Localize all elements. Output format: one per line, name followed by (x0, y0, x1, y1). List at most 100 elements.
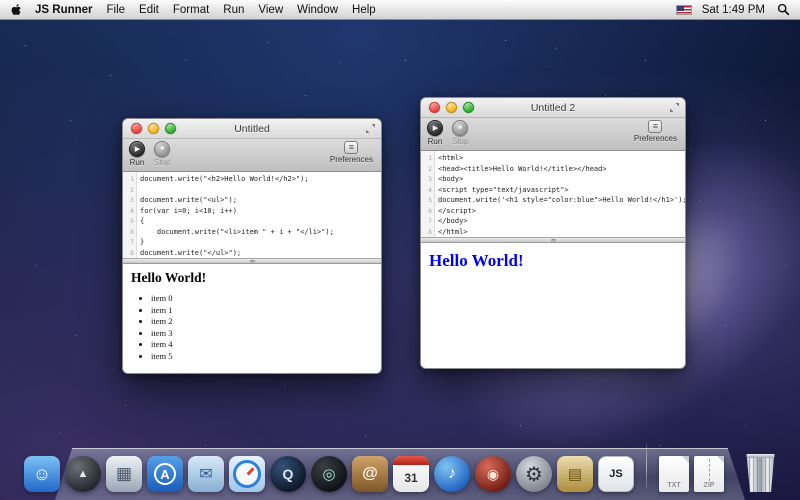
launchpad-icon: ▲ (78, 468, 89, 480)
run-button[interactable]: ▶ Run (427, 120, 443, 146)
system-preferences-icon: ⚙ (525, 462, 543, 487)
menu-run[interactable]: Run (223, 4, 244, 16)
mail-icon: ✉ (199, 464, 212, 484)
line-number: 5 (123, 216, 134, 227)
run-label: Run (130, 158, 145, 167)
title-bar[interactable]: Untitled (123, 119, 381, 139)
line-number: 3 (123, 195, 134, 206)
menu-file[interactable]: File (107, 4, 126, 16)
menu-edit[interactable]: Edit (139, 4, 159, 16)
code-lines[interactable]: document.write("<h2>Hello World!</h2>");… (137, 172, 381, 258)
line-number: 1 (123, 174, 134, 185)
keyboard-layout-flag-icon[interactable] (676, 5, 692, 15)
preferences-button[interactable]: ≡ Preferences (330, 141, 373, 164)
fullscreen-icon[interactable] (366, 124, 375, 133)
dock-item-txt-file[interactable]: TXT (659, 456, 689, 492)
line-numbers: 12345678 (421, 151, 435, 237)
code-line: } (140, 237, 381, 248)
zoom-button[interactable] (463, 102, 474, 113)
code-line: </html> (438, 227, 685, 238)
fullscreen-icon[interactable] (670, 103, 679, 112)
line-number: 1 (421, 153, 432, 164)
stop-label: Stop (452, 137, 468, 146)
toolbar: ▶ Run ■ Stop ≡ Preferences (421, 118, 685, 151)
line-numbers: 12345678 (123, 172, 137, 258)
spotlight-icon[interactable] (777, 3, 790, 16)
stop-icon: ■ (452, 120, 468, 136)
photo-booth-icon: ◉ (487, 466, 499, 483)
dock-item-safari[interactable] (229, 456, 265, 492)
dock-item-app-store[interactable]: A (147, 456, 183, 492)
output-heading: Hello World! (131, 270, 373, 286)
code-line: { (140, 216, 381, 227)
close-button[interactable] (429, 102, 440, 113)
menu-clock[interactable]: Sat 1:49 PM (702, 4, 765, 16)
dock-item-address-book[interactable]: @ (352, 456, 388, 492)
code-line: <html> (438, 153, 685, 164)
menu-format[interactable]: Format (173, 4, 209, 16)
code-line: document.write("</ul>"); (140, 248, 381, 259)
run-stop-group: ▶ Run ■ Stop (427, 120, 468, 146)
code-editor[interactable]: 12345678 <html><head><title>Hello World!… (421, 151, 685, 237)
dock-item-photo-booth[interactable]: ◉ (475, 456, 511, 492)
dock-item-finder[interactable]: ☺ (24, 456, 60, 492)
run-button[interactable]: ▶ Run (129, 141, 145, 167)
close-button[interactable] (131, 123, 142, 134)
dock-item-quicktime[interactable]: Q (270, 456, 306, 492)
output-list-item: item 2 (151, 316, 373, 328)
code-editor[interactable]: 12345678 document.write("<h2>Hello World… (123, 172, 381, 258)
menu-window[interactable]: Window (297, 4, 338, 16)
line-number: 8 (421, 227, 432, 238)
run-icon: ▶ (129, 141, 145, 157)
output-pane: Hello World! (421, 243, 685, 368)
run-stop-group: ▶ Run ■ Stop (129, 141, 170, 167)
output-list-item: item 1 (151, 305, 373, 317)
app-menu-title[interactable]: JS Runner (35, 4, 93, 16)
code-line: document.write('<h1 style="color:blue">H… (438, 195, 685, 206)
dock-item-system-preferences[interactable]: ⚙ (516, 456, 552, 492)
stop-button[interactable]: ■ Stop (154, 141, 170, 167)
zoom-button[interactable] (165, 123, 176, 134)
line-number: 3 (421, 174, 432, 185)
output-list-item: item 4 (151, 339, 373, 351)
apple-menu-icon[interactable] (10, 3, 23, 17)
dock-separator (646, 444, 647, 488)
dock-item-dashboard[interactable]: ◎ (311, 456, 347, 492)
line-number: 5 (421, 195, 432, 206)
menu-view[interactable]: View (258, 4, 283, 16)
window-untitled-2[interactable]: Untitled 2 ▶ Run ■ Stop ≡ Preferences (420, 97, 686, 369)
archive-utility-icon: ▤ (568, 465, 582, 483)
desktop: JS Runner File Edit Format Run View Window Hel… (0, 0, 800, 500)
flag-canton (677, 6, 684, 11)
menu-help[interactable]: Help (352, 4, 376, 16)
minimize-button[interactable] (446, 102, 457, 113)
dock-item-trash[interactable] (745, 454, 776, 492)
dock-item-mail[interactable]: ✉ (188, 456, 224, 492)
output-list: item 0item 1item 2item 3item 4item 5 (151, 293, 373, 362)
minimize-button[interactable] (148, 123, 159, 134)
dock-item-js-runner[interactable]: JS (598, 456, 634, 492)
stop-label: Stop (154, 158, 170, 167)
title-bar[interactable]: Untitled 2 (421, 98, 685, 118)
window-untitled[interactable]: Untitled ▶ Run ■ Stop ≡ Preferences (122, 118, 382, 374)
code-line: for(var i=0; i<10; i++) (140, 206, 381, 217)
dock-item-zip-file[interactable]: ZIP (694, 456, 724, 492)
dock-item-itunes[interactable]: ♪ (434, 456, 470, 492)
dock-item-archive-utility[interactable]: ▤ (557, 456, 593, 492)
code-line: <body> (438, 174, 685, 185)
line-number: 6 (123, 227, 134, 238)
dock-item-mission-control[interactable]: ▦ (106, 456, 142, 492)
run-icon: ▶ (427, 120, 443, 136)
toolbar: ▶ Run ■ Stop ≡ Preferences (123, 139, 381, 172)
dock-item-launchpad[interactable]: ▲ (65, 456, 101, 492)
preferences-button[interactable]: ≡ Preferences (634, 120, 677, 143)
code-line: <head><title>Hello World!</title></head> (438, 164, 685, 175)
dock-item-ical[interactable]: 31 (393, 456, 429, 492)
output-list-item: item 3 (151, 328, 373, 340)
code-lines[interactable]: <html><head><title>Hello World!</title><… (435, 151, 685, 237)
output-list-item: item 5 (151, 351, 373, 363)
code-line: document.write("<ul>"); (140, 195, 381, 206)
mission-control-icon: ▦ (116, 464, 132, 484)
stop-button[interactable]: ■ Stop (452, 120, 468, 146)
address-book-icon: @ (362, 465, 378, 483)
